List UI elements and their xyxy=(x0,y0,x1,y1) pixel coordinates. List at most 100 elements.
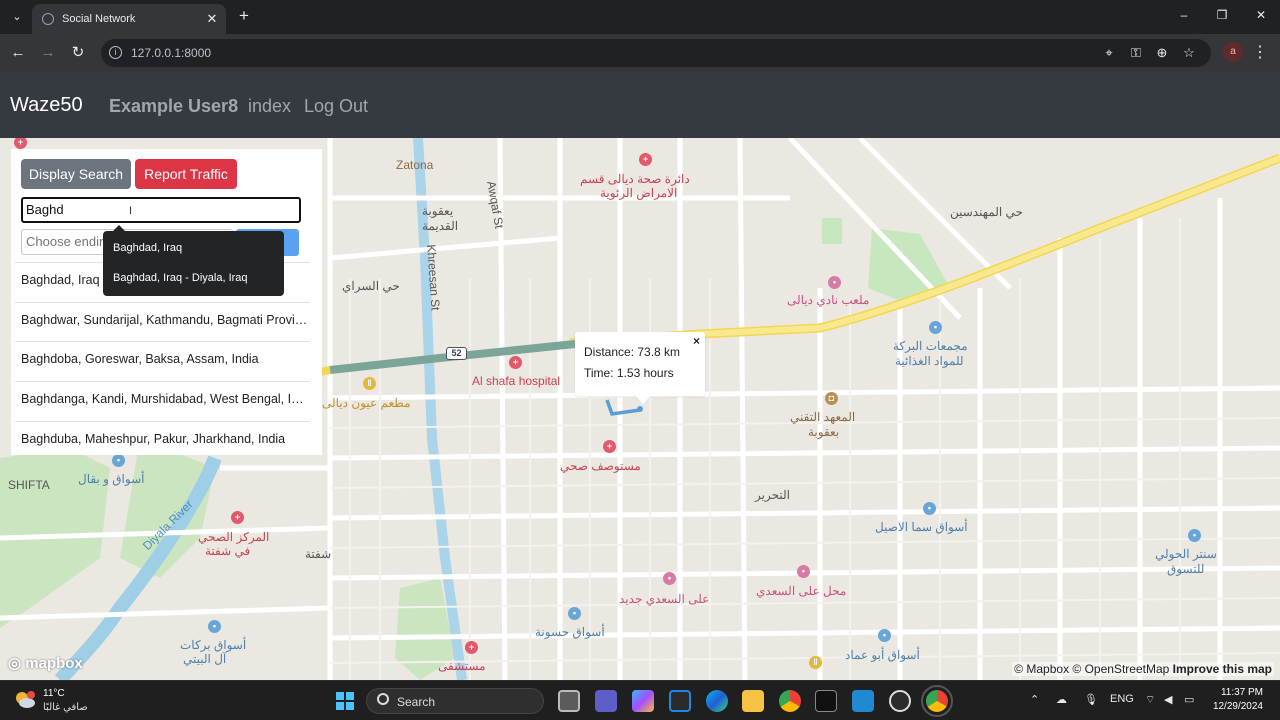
shop-icon[interactable]: ▪ xyxy=(1188,529,1201,542)
clock-date[interactable]: 12/29/2024 xyxy=(1205,701,1263,712)
shop-icon[interactable]: • xyxy=(797,565,810,578)
store-icon[interactable] xyxy=(669,690,691,712)
shop-icon[interactable]: ▪ xyxy=(568,607,581,620)
chrome-active-icon[interactable] xyxy=(921,685,953,717)
display-search-button[interactable]: Display Search xyxy=(21,159,131,189)
map-label-shifta-ar: شفتة xyxy=(305,547,332,561)
shop-icon[interactable]: ▪ xyxy=(878,629,891,642)
hospital-icon[interactable]: + xyxy=(231,511,244,524)
clock-time[interactable]: 11:37 PM xyxy=(1213,687,1263,698)
maximize-icon[interactable]: ❐ xyxy=(1212,8,1232,22)
browser-toolbar: ← → ↻ i 127.0.0.1:8000 ⌖ ⚿ ⊕ ☆ a ⋮ xyxy=(0,34,1280,72)
hospital-icon[interactable]: + xyxy=(509,356,522,369)
nav-user-link[interactable]: Example User8 xyxy=(109,96,238,117)
language-indicator[interactable]: ENG xyxy=(1110,693,1134,705)
map-label-yaqubia-2: القديمة xyxy=(422,219,459,233)
search-panel: Display Search Report Traffic Baghd I Ch… xyxy=(11,149,322,455)
profile-avatar[interactable]: a xyxy=(1223,42,1243,62)
file-explorer-icon[interactable] xyxy=(742,690,764,712)
restaurant-icon[interactable]: ǁ xyxy=(809,656,822,669)
shop-icon[interactable]: ▪ xyxy=(929,321,942,334)
school-icon[interactable]: ◘ xyxy=(825,392,838,405)
stadium-icon[interactable]: • xyxy=(828,276,841,289)
site-info-icon[interactable]: i xyxy=(109,46,122,59)
hospital-icon[interactable]: + xyxy=(603,440,616,453)
restaurant-icon[interactable]: ǁ xyxy=(363,377,376,390)
map-label-baraka-2: للمواد الغذائية xyxy=(895,354,964,368)
zoom-icon[interactable]: ⊕ xyxy=(1154,45,1170,61)
attribution-text[interactable]: © Mapbox © OpenStreetMap xyxy=(1014,662,1169,676)
mapbox-logo[interactable]: ◎ mapbox xyxy=(8,654,83,672)
improve-map-link[interactable]: Improve this map xyxy=(1173,662,1272,676)
result-item[interactable]: Baghdanga, Kandi, Murshidabad, West Beng… xyxy=(15,381,310,421)
nav-link-index[interactable]: index xyxy=(248,96,291,117)
browser-tabbar: ⌄ Social Network ✕ + – ❐ ✕ xyxy=(0,0,1280,34)
onedrive-icon[interactable]: ☁ xyxy=(1056,693,1067,706)
report-traffic-button[interactable]: Report Traffic xyxy=(135,159,237,189)
taskbar-search[interactable]: Search xyxy=(366,688,544,714)
weather-icon[interactable] xyxy=(14,690,36,710)
app-navbar: Waze50 Example User8 index Log Out xyxy=(0,72,1280,138)
location-icon[interactable]: ⌖ xyxy=(1101,45,1117,61)
brand-link[interactable]: Waze50 xyxy=(10,94,83,117)
search-icon xyxy=(377,693,389,705)
browser-tab[interactable]: Social Network ✕ xyxy=(32,4,226,34)
map-label-engineers: حي المهندسين xyxy=(950,205,1023,219)
suggestion-item[interactable]: Baghdad, Iraq - Diyala, Iraq xyxy=(113,272,248,284)
back-icon[interactable]: ← xyxy=(8,43,28,63)
start-search-input[interactable]: Baghd xyxy=(21,197,301,223)
shop-icon[interactable]: ▪ xyxy=(208,620,221,633)
wifi-icon[interactable]: ⌔ xyxy=(1145,693,1155,707)
suggestion-item[interactable]: Baghdad, Iraq xyxy=(113,242,182,254)
volume-icon[interactable]: ◀︎ xyxy=(1164,693,1172,706)
nav-link-logout[interactable]: Log Out xyxy=(304,96,368,117)
edge-icon[interactable] xyxy=(706,690,728,712)
taskbar-search-label: Search xyxy=(397,695,436,709)
microphone-icon[interactable]: 🎙 xyxy=(1084,693,1098,706)
map-label-barakat: أسواق بركات xyxy=(180,638,247,652)
map-label-institute-2: بعقوبة xyxy=(808,425,840,439)
tab-close-icon[interactable]: ✕ xyxy=(202,11,222,27)
address-bar[interactable]: i 127.0.0.1:8000 ⌖ ⚿ ⊕ ☆ xyxy=(101,39,1211,67)
hospital-icon[interactable]: + xyxy=(465,641,478,654)
task-view-icon[interactable] xyxy=(558,690,580,712)
copilot-icon[interactable] xyxy=(632,690,654,712)
map-label-sarai: حي السراي xyxy=(342,279,400,293)
reload-icon[interactable]: ↻ xyxy=(68,43,88,63)
chrome-icon[interactable] xyxy=(779,690,801,712)
map-label-shafa-hospital: Al shafa hospital xyxy=(472,374,561,388)
map-label-souk: سنتر الحولي xyxy=(1155,547,1217,561)
hospital-icon[interactable]: + xyxy=(639,153,652,166)
result-item[interactable]: Baghdoba, Goreswar, Baksa, Assam, India xyxy=(15,341,310,381)
forward-icon[interactable]: → xyxy=(38,43,58,63)
windows-start-icon[interactable] xyxy=(334,690,356,712)
minimize-icon[interactable]: – xyxy=(1174,8,1194,22)
map-label-hosna: أسواق حسونة xyxy=(535,625,605,639)
shop-icon[interactable]: ▪ xyxy=(112,454,125,467)
weather-desc: صافي غالبًا xyxy=(43,702,88,713)
settings-app-icon[interactable] xyxy=(889,690,911,712)
map-label-institute: المعهد التقني xyxy=(790,410,856,424)
popup-close-button[interactable]: × xyxy=(693,334,700,348)
battery-icon[interactable]: ▭ xyxy=(1184,693,1194,706)
result-item[interactable]: Baghdwar, Sundarijal, Kathmandu, Bagmati… xyxy=(15,302,310,342)
popup-time: Time: 1.53 hours xyxy=(584,366,674,380)
map-label-restaurant: مطعم عيون ديالى xyxy=(322,396,411,410)
result-item[interactable]: Baghduba, Maheshpur, Pakur, Jharkhand, I… xyxy=(15,421,310,455)
terminal-icon[interactable] xyxy=(815,690,837,712)
new-tab-button[interactable]: + xyxy=(235,7,253,25)
close-window-icon[interactable]: ✕ xyxy=(1251,8,1271,22)
tab-title: Social Network xyxy=(62,13,136,25)
tab-search-icon[interactable]: ⌄ xyxy=(7,6,27,26)
kebab-menu-icon[interactable]: ⋮ xyxy=(1252,42,1268,62)
url-text[interactable]: 127.0.0.1:8000 xyxy=(131,46,211,60)
shop-icon[interactable]: ▪ xyxy=(923,502,936,515)
shop-icon[interactable]: • xyxy=(663,572,676,585)
map-label-saadi: على السعدي جديد xyxy=(619,592,710,606)
bookmark-star-icon[interactable]: ☆ xyxy=(1181,45,1197,61)
show-hidden-icons-icon[interactable]: ⌃ xyxy=(1030,693,1039,706)
map-label-clinic: مستوصف صحي xyxy=(560,459,641,473)
vscode-icon[interactable] xyxy=(852,690,874,712)
key-icon[interactable]: ⚿ xyxy=(1128,45,1144,61)
teams-icon[interactable] xyxy=(595,690,617,712)
